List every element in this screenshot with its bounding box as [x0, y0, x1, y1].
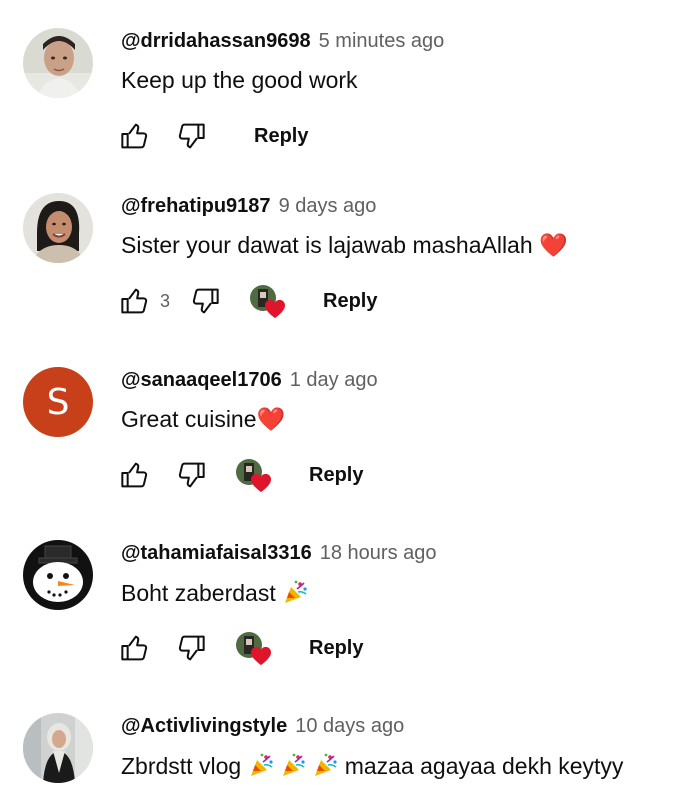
like-button[interactable]: [118, 631, 152, 665]
avatar-woman-hijab-image: [23, 713, 93, 783]
comment-timestamp[interactable]: 18 hours ago: [320, 542, 437, 565]
like-button[interactable]: [118, 458, 152, 492]
comment-author-handle[interactable]: @frehatipu9187: [121, 195, 271, 218]
comment-actions: Reply: [118, 630, 363, 666]
thumbs-down-icon: [192, 288, 219, 314]
party-popper-icon: [315, 753, 337, 776]
comment-author-handle[interactable]: @Activlivingstyle: [121, 715, 287, 738]
creator-heart-badge: [236, 630, 274, 666]
dislike-button[interactable]: [174, 631, 208, 665]
comment-text-body: Great cuisine: [121, 406, 257, 432]
thumbs-up-icon: [121, 635, 148, 661]
creator-heart-badge: [236, 457, 274, 493]
like-button[interactable]: [118, 119, 152, 153]
comment-text-body: Sister your dawat is lajawab mashaAllah: [121, 232, 533, 258]
party-popper-icon: [282, 753, 305, 776]
comment-text: Zbrdstt vlog mazaa agayaa dekh keytyy: [121, 752, 623, 780]
comment-timestamp[interactable]: 9 days ago: [279, 195, 377, 218]
comment-actions: Reply: [118, 118, 308, 154]
avatar[interactable]: [23, 193, 93, 263]
party-popper-icon: [250, 753, 273, 776]
reply-button[interactable]: Reply: [309, 637, 363, 660]
comment-author-handle[interactable]: @sanaaqeel1706: [121, 369, 282, 392]
heart-icon: [265, 299, 285, 319]
reply-button[interactable]: Reply: [309, 464, 363, 487]
dislike-button[interactable]: [174, 458, 208, 492]
comment-text: Keep up the good work: [121, 67, 358, 93]
party-popper-icon: [285, 580, 307, 603]
heart-emoji: ❤️: [256, 407, 286, 433]
creator-heart-badge: [250, 283, 288, 319]
avatar[interactable]: [23, 540, 93, 610]
comment-header: @tahamiafaisal3316 18 hours ago: [121, 542, 437, 570]
comment-text-body: Boht zaberdast: [121, 580, 276, 606]
reply-button[interactable]: Reply: [323, 290, 377, 313]
reply-button[interactable]: Reply: [254, 125, 308, 148]
comment-author-handle[interactable]: @tahamiafaisal3316: [121, 542, 312, 565]
thumbs-down-icon: [178, 462, 205, 488]
thumbs-up-icon: [121, 288, 148, 314]
comment-actions: Reply: [118, 457, 363, 493]
comment-header: @frehatipu9187 9 days ago: [121, 195, 376, 223]
avatar-child-image: [23, 28, 93, 98]
heart-icon: [251, 473, 271, 493]
comment-text: Sister your dawat is lajawab mashaAllah …: [121, 232, 568, 259]
dislike-button[interactable]: [188, 284, 222, 318]
like-button[interactable]: [118, 284, 152, 318]
thumbs-up-icon: [121, 462, 148, 488]
comment-header: @drridahassan9698 5 minutes ago: [121, 30, 444, 58]
comment-header: @Activlivingstyle 10 days ago: [121, 715, 404, 743]
comment-text: Great cuisine❤️: [121, 406, 285, 433]
avatar[interactable]: [23, 713, 93, 783]
comment-timestamp[interactable]: 5 minutes ago: [319, 30, 445, 53]
thumbs-down-icon: [178, 123, 205, 149]
avatar[interactable]: [23, 28, 93, 98]
comment-timestamp[interactable]: 10 days ago: [295, 715, 404, 738]
avatar[interactable]: S: [23, 367, 93, 437]
avatar-woman-image: [23, 193, 93, 263]
heart-icon: [251, 646, 271, 666]
dislike-button[interactable]: [174, 119, 208, 153]
comment-timestamp[interactable]: 1 day ago: [290, 369, 378, 392]
comment-text: Boht zaberdast: [121, 579, 308, 607]
comment-text-body: mazaa agayaa dekh keytyy: [344, 753, 624, 779]
thumbs-down-icon: [178, 635, 205, 661]
thumbs-up-icon: [121, 123, 148, 149]
avatar-snowman-image: [23, 540, 93, 610]
comment-author-handle[interactable]: @drridahassan9698: [121, 30, 311, 53]
comment-header: @sanaaqeel1706 1 day ago: [121, 369, 378, 397]
comment-actions: 3 Reply: [118, 283, 377, 319]
comment-text-body: Zbrdstt vlog: [121, 753, 242, 779]
avatar-letter: S: [46, 381, 70, 423]
heart-emoji: ❤️: [539, 233, 568, 259]
like-count: 3: [160, 290, 171, 311]
